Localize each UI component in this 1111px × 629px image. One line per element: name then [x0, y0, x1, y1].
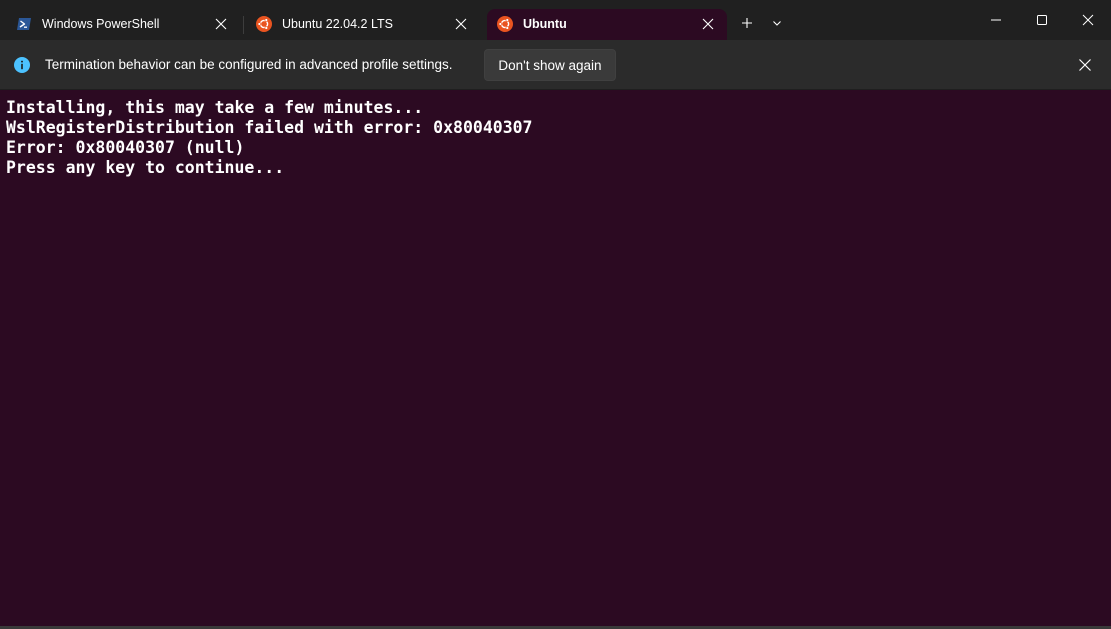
close-icon[interactable]	[701, 17, 715, 31]
tab-label: Windows PowerShell	[42, 17, 160, 31]
terminal-output[interactable]: Installing, this may take a few minutes.…	[0, 90, 1111, 626]
ubuntu-icon	[497, 16, 513, 32]
tab-divider	[243, 16, 244, 34]
minimize-button[interactable]	[986, 10, 1006, 30]
terminal-line: Press any key to continue...	[6, 158, 285, 177]
close-window-button[interactable]	[1078, 10, 1098, 30]
info-bar: Termination behavior can be configured i…	[0, 40, 1111, 90]
chevron-down-icon[interactable]	[767, 13, 787, 33]
info-message: Termination behavior can be configured i…	[45, 57, 453, 72]
ubuntu-icon	[256, 16, 272, 32]
maximize-button[interactable]	[1032, 10, 1052, 30]
tab-ubuntu-22-04-2-lts[interactable]: Ubuntu 22.04.2 LTS	[246, 9, 480, 40]
title-bar: Windows PowerShell Ubuntu 22.04.2 LTS Ub…	[0, 0, 1111, 40]
dont-show-again-button[interactable]: Don't show again	[484, 49, 616, 81]
powershell-icon	[17, 18, 31, 30]
new-tab-button[interactable]	[737, 13, 757, 33]
info-icon	[14, 57, 30, 73]
close-icon[interactable]	[1077, 57, 1093, 73]
tab-label: Ubuntu 22.04.2 LTS	[282, 17, 393, 31]
close-icon[interactable]	[454, 17, 468, 31]
tab-label: Ubuntu	[523, 17, 567, 31]
terminal-line: WslRegisterDistribution failed with erro…	[6, 118, 533, 137]
terminal-line: Error: 0x80040307 (null)	[6, 138, 245, 157]
close-icon[interactable]	[214, 17, 228, 31]
tab-windows-powershell[interactable]: Windows PowerShell	[6, 9, 240, 40]
terminal-line: Installing, this may take a few minutes.…	[6, 98, 424, 117]
terminal-window: Windows PowerShell Ubuntu 22.04.2 LTS Ub…	[0, 0, 1111, 629]
tab-ubuntu[interactable]: Ubuntu	[487, 9, 727, 40]
